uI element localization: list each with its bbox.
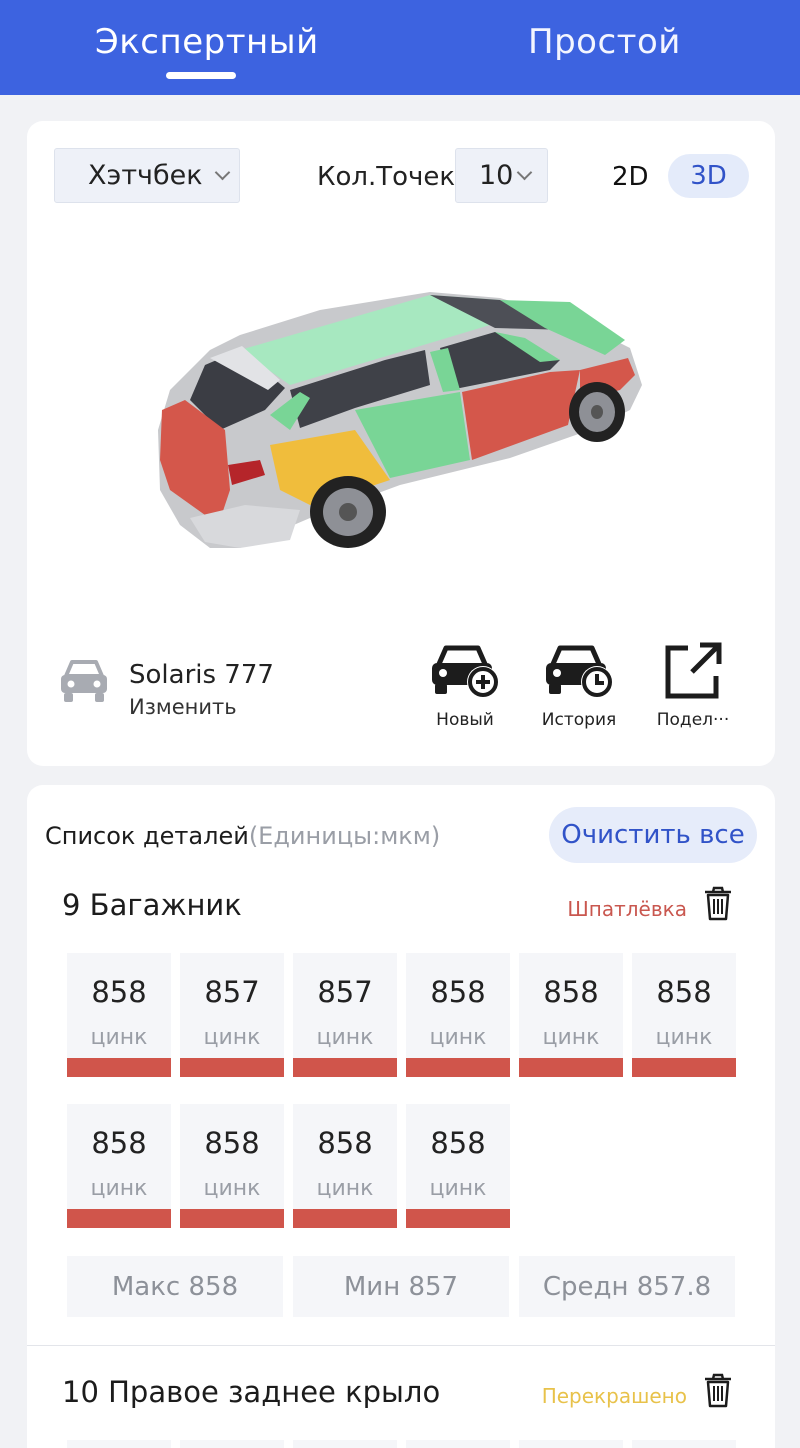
measurement-cell[interactable]: 858 цинк	[406, 1104, 510, 1228]
measurement-cell[interactable]: 857 цинк	[180, 953, 284, 1077]
measurement-material: цинк	[203, 1176, 261, 1201]
measurement-cell	[632, 1440, 736, 1448]
view-3d-toggle[interactable]: 3D	[668, 154, 749, 198]
measurement-value: 858	[204, 1126, 260, 1160]
points-count-select[interactable]: 10	[455, 148, 548, 203]
new-inspection-label: Новый	[436, 710, 494, 730]
points-count-label: Кол.Точек	[317, 162, 456, 192]
measurement-cell[interactable]: 857 цинк	[293, 953, 397, 1077]
measurement-cell[interactable]: 858 цинк	[632, 953, 736, 1077]
measurement-material: цинк	[429, 1176, 487, 1201]
measurement-cell	[293, 1440, 397, 1448]
measurement-status-bar	[632, 1058, 736, 1077]
chevron-down-icon	[214, 164, 230, 180]
active-tab-indicator	[166, 72, 236, 79]
view-2d-toggle[interactable]: 2D	[612, 162, 649, 192]
measurement-value: 857	[204, 975, 260, 1009]
measurement-material: цинк	[316, 1025, 374, 1050]
measurement-cell[interactable]: 858 цинк	[67, 1104, 171, 1228]
parts-list-title: Список деталей(Единицы:мкм)	[45, 822, 440, 850]
car-3d-model[interactable]	[150, 280, 650, 555]
measurement-material: цинк	[90, 1025, 148, 1050]
measurement-cell[interactable]: 858 цинк	[67, 953, 171, 1077]
part-status-badge: Перекрашено	[541, 1384, 687, 1408]
measurement-status-bar	[406, 1058, 510, 1077]
parts-list-heading: Список деталей	[45, 822, 249, 850]
measurement-value: 858	[430, 975, 486, 1009]
measurement-value: 858	[91, 1126, 147, 1160]
measurement-cell	[406, 1440, 510, 1448]
measurement-status-bar	[293, 1209, 397, 1228]
change-vehicle-link[interactable]: Изменить	[129, 695, 237, 719]
measurement-status-bar	[67, 1058, 171, 1077]
car-add-icon	[432, 645, 499, 698]
part-name: 10 Правое заднее крыло	[62, 1375, 441, 1409]
history-button[interactable]: История	[524, 640, 634, 730]
measurement-cell[interactable]: 858 цинк	[293, 1104, 397, 1228]
measurement-status-bar	[406, 1209, 510, 1228]
measurement-material: цинк	[542, 1025, 600, 1050]
units-label: (Единицы:мкм)	[248, 822, 441, 850]
measurement-value: 858	[656, 975, 712, 1009]
car-history-icon	[546, 645, 613, 698]
car-icon	[61, 660, 107, 702]
measurement-cell[interactable]: 858 цинк	[180, 1104, 284, 1228]
measurement-status-bar	[519, 1058, 623, 1077]
measurement-value: 858	[91, 975, 147, 1009]
stat-max: Макс 858	[67, 1256, 283, 1317]
measurement-cell	[180, 1440, 284, 1448]
part-name: 9 Багажник	[62, 888, 242, 922]
body-type-select[interactable]: Хэтчбек	[54, 148, 240, 203]
measurement-status-bar	[180, 1209, 284, 1228]
measurement-status-bar	[293, 1058, 397, 1077]
tab-simple[interactable]: Простой	[528, 22, 681, 62]
measurement-material: цинк	[203, 1025, 261, 1050]
history-label: История	[541, 710, 617, 730]
trash-icon[interactable]	[703, 886, 733, 922]
part-status-badge: Шпатлёвка	[567, 897, 687, 921]
tab-expert[interactable]: Экспертный	[95, 22, 319, 62]
part-divider	[27, 1345, 775, 1346]
measurement-value: 858	[543, 975, 599, 1009]
stat-min: Мин 857	[293, 1256, 509, 1317]
stat-average: Средн 857.8	[519, 1256, 735, 1317]
measurement-material: цинк	[429, 1025, 487, 1050]
points-count-value: 10	[479, 160, 514, 191]
clear-all-button[interactable]: Очистить все	[549, 807, 757, 863]
body-type-value: Хэтчбек	[88, 160, 203, 191]
measurement-cell[interactable]: 858 цинк	[406, 953, 510, 1077]
trash-icon[interactable]	[703, 1373, 733, 1409]
share-button[interactable]: Подел···	[638, 640, 748, 730]
measurement-cell	[67, 1440, 171, 1448]
share-label: Подел···	[656, 710, 730, 730]
measurement-material: цинк	[655, 1025, 713, 1050]
vehicle-name: Solaris 777	[129, 660, 274, 690]
top-tab-bar: Экспертный Простой	[0, 0, 800, 95]
measurement-value: 858	[317, 1126, 373, 1160]
measurement-cell[interactable]: 858 цинк	[519, 953, 623, 1077]
measurement-status-bar	[180, 1058, 284, 1077]
chevron-down-icon	[517, 164, 533, 180]
measurement-material: цинк	[316, 1176, 374, 1201]
measurement-value: 858	[430, 1126, 486, 1160]
share-icon	[665, 642, 722, 699]
measurement-cell	[519, 1440, 623, 1448]
new-inspection-button[interactable]: Новый	[410, 640, 520, 730]
measurement-status-bar	[67, 1209, 171, 1228]
measurement-value: 857	[317, 975, 373, 1009]
measurement-material: цинк	[90, 1176, 148, 1201]
